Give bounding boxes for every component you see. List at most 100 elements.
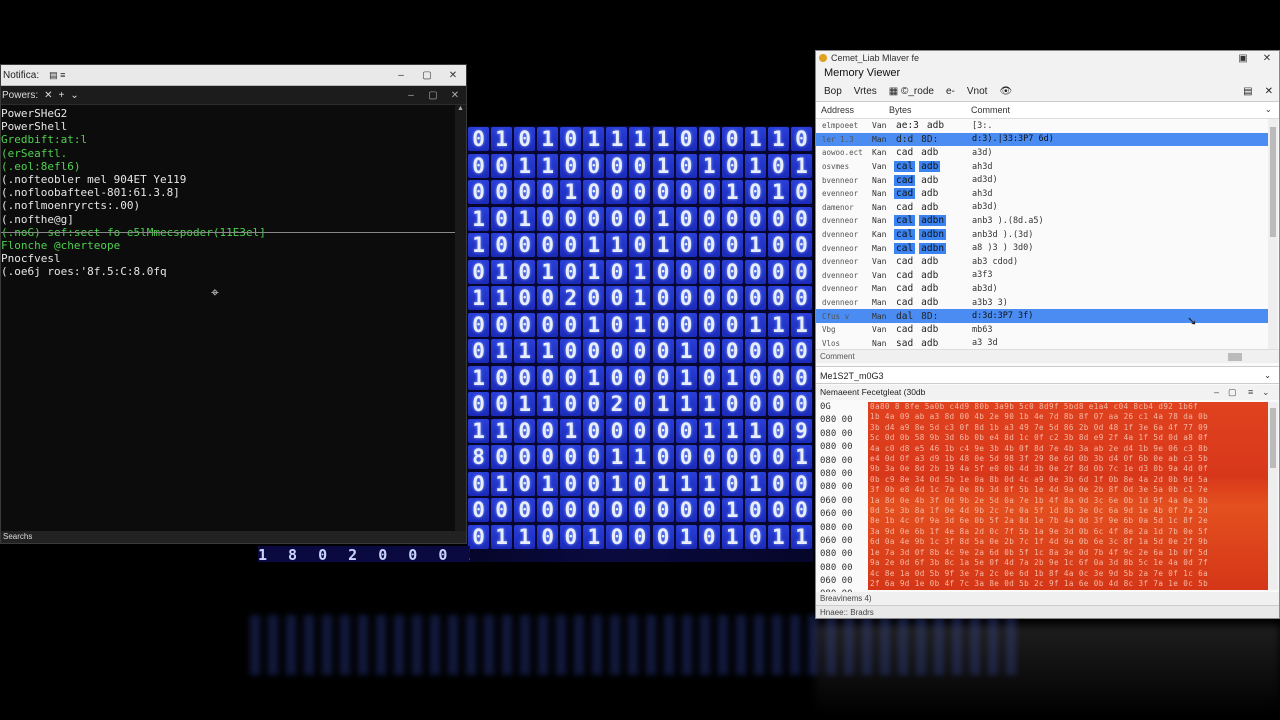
maximize-icon[interactable]: ▢ (414, 65, 440, 85)
memory-titlebar[interactable]: Cemet_Liab Mlaver fe ▣ ✕ (816, 51, 1279, 65)
table-row[interactable]: aowoo.ect Kan cad adb a3d) (816, 146, 1268, 160)
table-scrollbar[interactable] (1268, 119, 1278, 349)
window-icon[interactable]: ▢ (1228, 385, 1237, 400)
byte-cell: adb (926, 120, 945, 132)
maximize-icon[interactable]: ▢ (422, 90, 444, 101)
row-bytes: d:d 8D: (892, 134, 972, 145)
table-row[interactable]: dvenneor Man cad adb ab3d) (816, 282, 1268, 296)
collapse-icon[interactable]: – (1214, 385, 1219, 400)
table-row[interactable]: Cfus v Man dal 8D: d:3d:3P7 3f) (816, 309, 1268, 323)
close-panel-icon[interactable]: ✕ (1265, 86, 1273, 97)
terminal-scrollbar[interactable]: ▲ (455, 105, 466, 531)
binary-digit: 0 (675, 153, 697, 178)
binary-digit: 0 (537, 180, 559, 205)
table-row[interactable]: Vlos Nan sad adb a3 3d (816, 337, 1268, 350)
hex-dump[interactable]: 0a80 8 8fe 5a0b c4d9 80b 3a9b 5c0 8d9f 5… (868, 402, 1268, 590)
scroll-up-icon[interactable]: ▲ (455, 105, 466, 115)
binary-digit: 0 (744, 498, 766, 523)
hex-offset: 060 00 (820, 509, 853, 520)
table-row[interactable]: dvenneor Kan cal adbn anb3d ).(3d) (816, 228, 1268, 242)
row-type: Kan (872, 230, 887, 240)
terminal-window[interactable]: Notifica: ▤ ≡ – ▢ ✕ Powers: ✕ + ⌄ – ▢ ✕ … (0, 64, 467, 544)
byte-cell: 8D: (921, 310, 939, 322)
minimize-icon[interactable]: – (388, 65, 414, 85)
table-row[interactable]: dvenneor Man cal adbn a8 )3 ) 3d0) (816, 241, 1268, 255)
table-row[interactable]: dvenneor Van cad adb ab3 cdod) (816, 255, 1268, 269)
chevron-down-icon[interactable]: ⌄ (1262, 385, 1270, 400)
binary-digit: 0 (744, 392, 766, 417)
panel-icon[interactable]: ▤ (1243, 86, 1252, 97)
column-comment[interactable]: Comment (971, 102, 1265, 118)
table-row[interactable]: dvenneor Nan cal adbn anb3 ).(8d.a5) (816, 214, 1268, 228)
close-icon[interactable]: ✕ (440, 65, 466, 85)
byte-cell: adb (921, 297, 939, 309)
memory-viewer-window[interactable]: Cemet_Liab Mlaver fe ▣ ✕ Memory Viewer B… (815, 50, 1280, 619)
table-row[interactable]: elmpoeet Van ae:3 adb [3:. (816, 119, 1268, 133)
byte-cell: ae:3 (896, 120, 919, 132)
terminal-titlebar[interactable]: Notifica: ▤ ≡ – ▢ ✕ (1, 65, 466, 86)
table-row[interactable]: evenneor Nan cad adb ah3d (816, 187, 1268, 201)
new-tab-icon[interactable]: + (59, 90, 65, 101)
close-icon[interactable]: ✕ (444, 90, 466, 101)
binary-digit: 1 (606, 471, 628, 496)
tab-dropdown-icon[interactable]: ⌄ (70, 90, 78, 101)
toolbar-item-3[interactable]: ▦ ©_rode (889, 86, 934, 97)
column-bytes[interactable]: Bytes (889, 102, 971, 118)
binary-digit: 0 (606, 339, 628, 364)
scrollbar-thumb[interactable] (1270, 408, 1276, 468)
row-bytes: cad adb (892, 202, 972, 213)
binary-digit: 0 (698, 127, 720, 152)
close-icon[interactable]: ✕ (1255, 53, 1279, 64)
h-scrollbar-thumb[interactable] (1228, 353, 1242, 361)
table-row[interactable]: damenor Nan cad adb ab3d) (816, 201, 1268, 215)
minimize-icon[interactable]: ▣ (1231, 53, 1255, 64)
tab-close-icon[interactable]: ✕ (44, 90, 52, 101)
toolbar-item-1[interactable]: Bop (824, 86, 842, 97)
table-row[interactable]: bvenneor Nan cad adb ad3d) (816, 173, 1268, 187)
table-row[interactable]: dvenneor Van cad adb a3f3 (816, 269, 1268, 283)
binary-digit: 0 (583, 471, 605, 496)
table-row[interactable]: osvmes Van cal adb ah3d (816, 160, 1268, 174)
menu-icon[interactable]: ≡ (1248, 385, 1253, 400)
binary-row: 100001101000100 (467, 232, 813, 259)
toolbar-item-2[interactable]: Vrtes (854, 86, 877, 97)
minimize-icon[interactable]: – (400, 90, 422, 101)
row-type: Man (872, 243, 887, 253)
binary-digit: 0 (468, 312, 490, 337)
binary-digit: 1 (675, 392, 697, 417)
memory-table[interactable]: elmpoeet Van ae:3 adb [3:. ler 1.3 Man d:d 8D: d:… (816, 119, 1268, 349)
tab-powershell[interactable]: Powers: ✕ + ⌄ (2, 90, 79, 101)
window-menu-icon[interactable]: ▤ ≡ (49, 70, 65, 81)
terminal-output[interactable]: PowerSHeG2 PowerShell Gredbift:at:l (erSeaf… (1, 105, 454, 531)
table-row[interactable]: dvenneor Man cad adb a3b3 3) (816, 296, 1268, 310)
hex-line: 3a 9d 0e 6b 1f 4e 8a 2d 0c 7f 5b 1a 9e 3… (870, 526, 1209, 536)
binary-digit: 0 (514, 471, 536, 496)
binary-digit: 0 (537, 312, 559, 337)
terminal-line: (.nofteobler mel 904ET Ye119 (1, 172, 187, 186)
column-address[interactable]: Address (816, 102, 889, 118)
chevron-down-icon[interactable]: ⌄ (1264, 367, 1271, 385)
eye-icon[interactable]: 👁 (999, 86, 1012, 97)
binary-digit: 1 (675, 365, 697, 390)
binary-digit: 9 (790, 418, 812, 443)
binary-digit: 1 (514, 206, 536, 231)
binary-digit: 0 (583, 153, 605, 178)
binary-row: 010100101110100 (467, 471, 813, 498)
binary-digit: 0 (583, 392, 605, 417)
binary-digit: 0 (583, 339, 605, 364)
binary-digit: 0 (629, 233, 651, 258)
byte-cell: adb (921, 269, 939, 281)
hex-scrollbar[interactable] (1268, 402, 1278, 590)
binary-digit: 0 (675, 286, 697, 311)
binary-digit: 1 (514, 392, 536, 417)
table-row[interactable]: ler 1.3 Man d:d 8D: d:3).|33:3P7 6d) (816, 132, 1268, 147)
toolbar-item-5[interactable]: Vnot (967, 86, 988, 97)
hex-section-title[interactable]: Me1S2T_m0G3 ⌄ (816, 366, 1279, 384)
table-row[interactable]: Vbg Van cad adb mb63 (816, 323, 1268, 337)
binary-strip: 1 8 0 2 0 0 0 1 0 0 0 0 0 0 1 (258, 546, 470, 562)
toolbar-item-4[interactable]: e- (946, 86, 955, 97)
scrollbar-thumb[interactable] (1270, 127, 1276, 237)
chevron-down-icon[interactable]: ⌄ (1265, 102, 1279, 118)
binary-digit: 0 (606, 418, 628, 443)
binary-digit: 0 (652, 445, 674, 470)
